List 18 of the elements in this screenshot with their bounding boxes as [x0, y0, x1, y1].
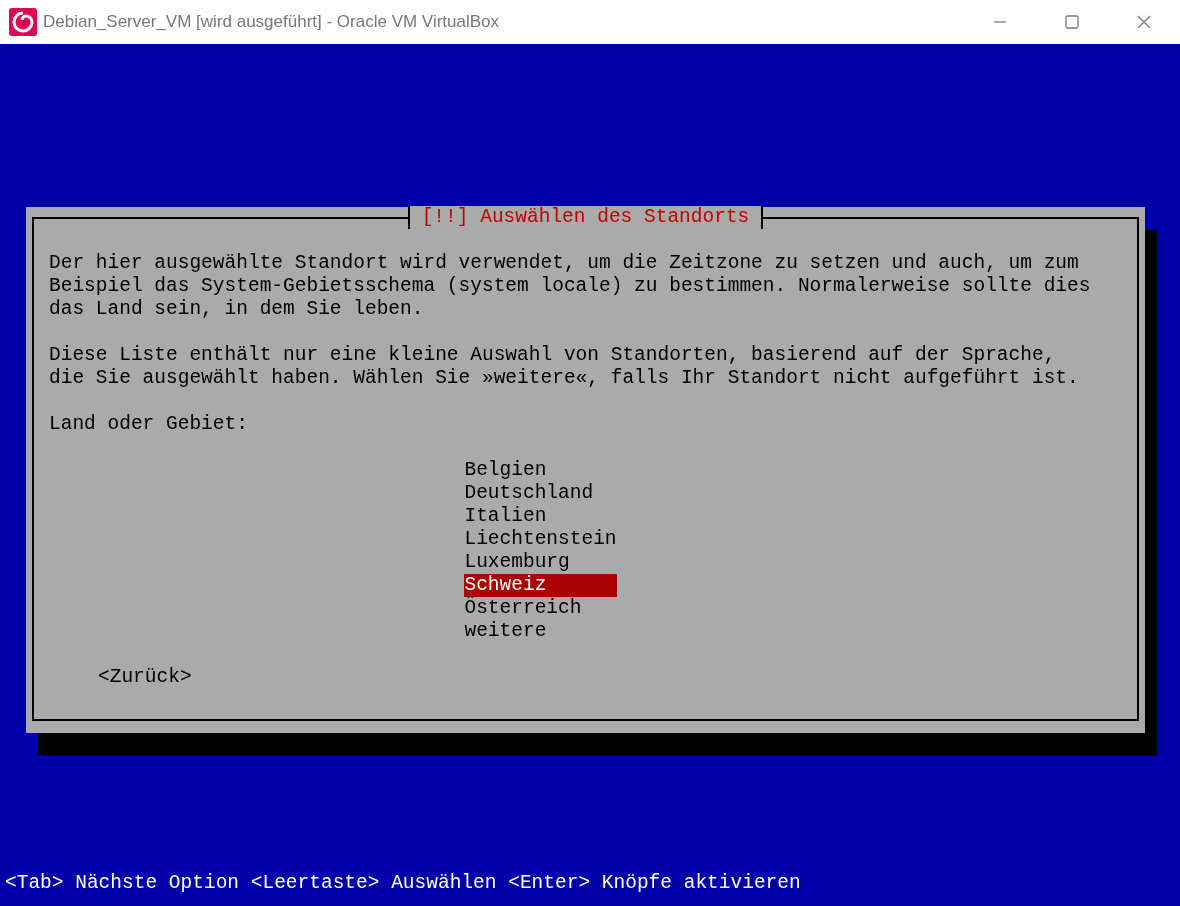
- key-help-text: <Tab> Nächste Option <Leertaste> Auswählen <Enter> Knöpfe aktivieren: [4, 872, 802, 895]
- window-title: Debian_Server_VM [wird ausgeführt] - Oracle VM VirtualBox: [43, 12, 501, 32]
- description-text: Der hier ausgewählte Standort wird verwendet, um die Zeitzone zu setzen und auch, um zum Beispiel das System-Gebietsschema (system locale) zu bestimmen. Normalerweise sollte dies das Land sein, in dem Sie leben.: [49, 252, 1092, 321]
- country-option[interactable]: weitere: [464, 620, 617, 643]
- description-text: Diese Liste enthält nur eine kleine Auswahl von Standorten, basierend auf der Sprache, die Sie ausgewählt haben. Wählen Sie »weitere«, falls Ihr Standort nicht aufgeführt ist.: [49, 344, 1080, 390]
- country-option[interactable]: Deutschland: [464, 482, 617, 505]
- dialog-title: [!!] Auswählen des Standorts: [407, 206, 764, 229]
- country-option[interactable]: Luxemburg: [464, 551, 617, 574]
- country-option[interactable]: Liechtenstein: [464, 528, 617, 551]
- maximize-icon[interactable]: [1064, 14, 1080, 30]
- close-icon[interactable]: [1136, 14, 1152, 30]
- country-option[interactable]: Österreich: [464, 597, 617, 620]
- back-button[interactable]: <Zurück>: [98, 666, 192, 689]
- country-option[interactable]: Italien: [464, 505, 617, 528]
- country-option[interactable]: Belgien: [464, 459, 617, 482]
- prompt-label: Land oder Gebiet:: [49, 413, 249, 436]
- country-option[interactable]: Schweiz: [464, 574, 617, 597]
- app-icon: [9, 8, 37, 36]
